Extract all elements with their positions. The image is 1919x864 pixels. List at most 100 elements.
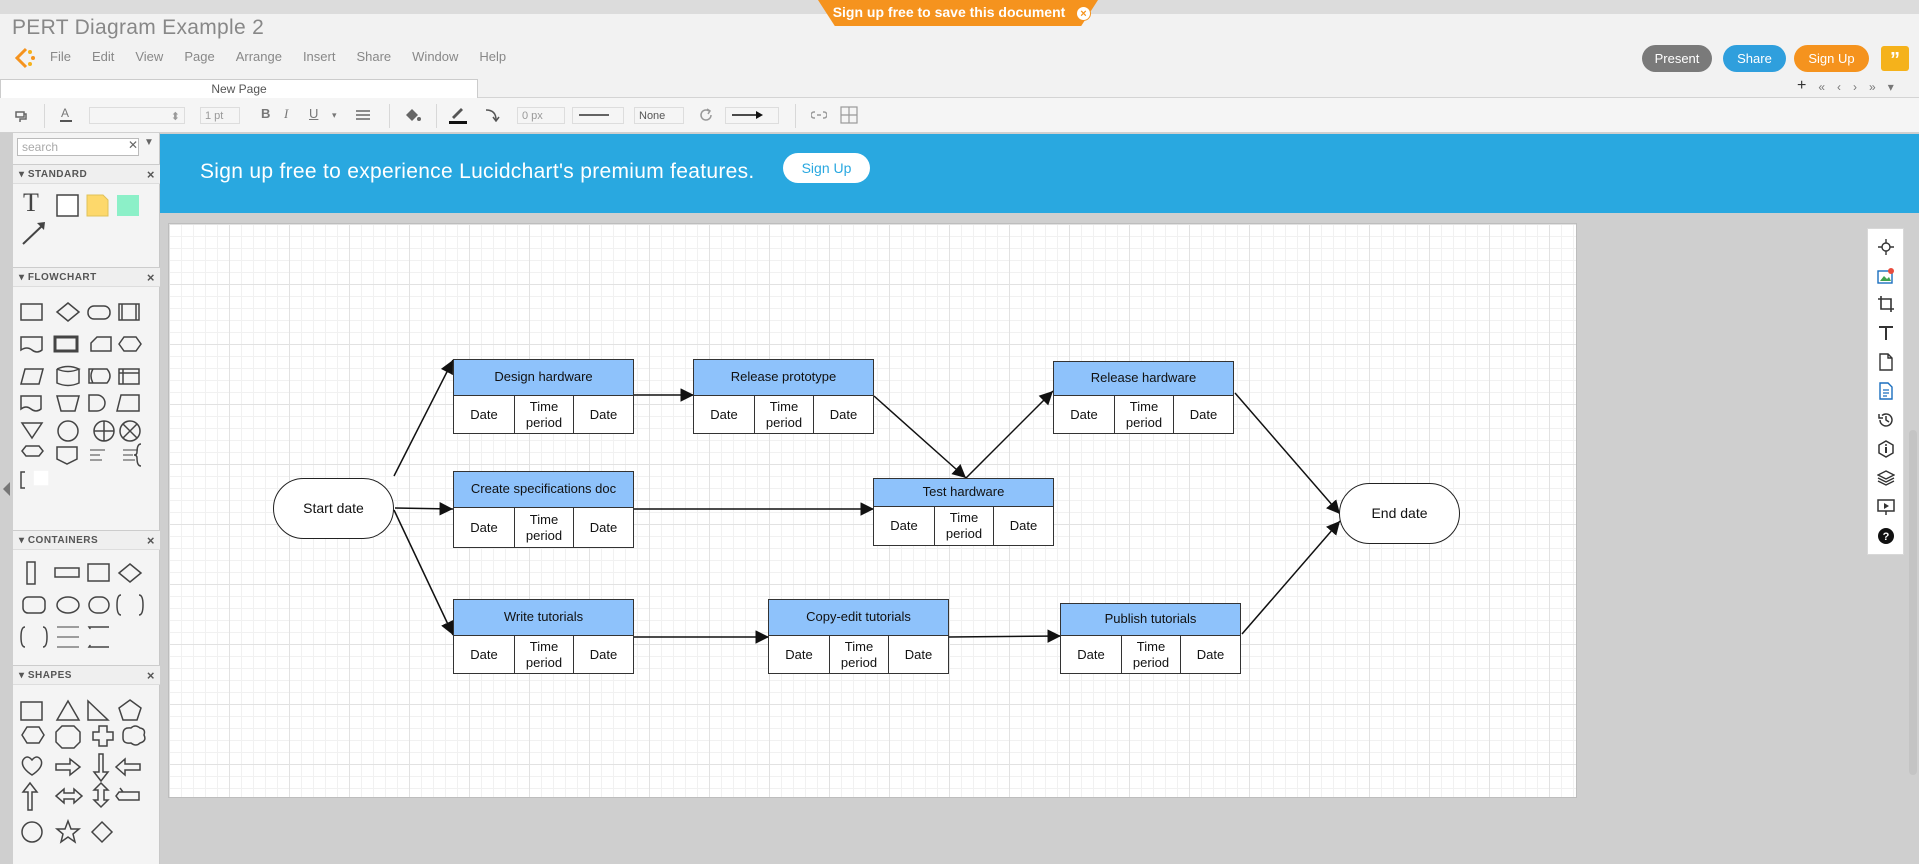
document-icon[interactable] <box>20 336 43 353</box>
heart-icon[interactable] <box>21 756 43 776</box>
rectangle-shape-icon[interactable] <box>56 194 79 217</box>
edge-publish-end[interactable] <box>1241 520 1341 635</box>
tab-new-page[interactable]: New Page <box>0 79 478 98</box>
blank-shape-icon[interactable] <box>32 469 50 487</box>
time-period-cell[interactable]: Time period <box>1121 636 1181 673</box>
section-standard[interactable]: ▾ STANDARD × <box>13 164 160 184</box>
arrow-start-select[interactable]: None <box>634 107 684 124</box>
preparation-icon[interactable] <box>118 336 142 352</box>
underline-icon[interactable]: U <box>309 106 318 121</box>
menu-view[interactable]: View <box>135 49 163 67</box>
horizontal-pool-icon[interactable] <box>54 567 80 578</box>
merge-icon[interactable] <box>20 422 44 440</box>
edge-copyedit-publish[interactable] <box>948 629 1062 643</box>
square-icon[interactable] <box>20 701 43 721</box>
triangle-icon[interactable] <box>55 699 81 721</box>
paper-tape-icon[interactable] <box>20 395 42 412</box>
history-icon[interactable] <box>1877 411 1895 429</box>
arrow-end-select[interactable] <box>725 107 779 124</box>
save-document-banner[interactable]: Sign up free to save this document × <box>818 0 1098 26</box>
diagram-page[interactable]: Start date End date Design hardware Date… <box>168 223 1577 798</box>
next-page-icon[interactable]: › <box>1853 80 1857 95</box>
late-date-cell[interactable]: Date <box>1174 396 1233 433</box>
vertical-double-arrow-icon[interactable] <box>92 781 110 809</box>
bracket-icon[interactable] <box>20 471 25 489</box>
early-date-cell[interactable]: Date <box>1054 396 1114 433</box>
page-icon[interactable] <box>1877 353 1895 371</box>
menu-window[interactable]: Window <box>412 49 458 67</box>
left-arrow-icon[interactable] <box>114 757 141 777</box>
menu-arrange[interactable]: Arrange <box>236 49 282 67</box>
task-test-hardware[interactable]: Test hardware Date Time period Date <box>873 478 1054 546</box>
font-size-input[interactable]: 1 pt <box>200 107 240 124</box>
off-page-icon[interactable] <box>56 446 78 465</box>
save-banner-text[interactable]: Sign up free to save this document <box>818 4 1080 20</box>
time-period-cell[interactable]: Time period <box>1114 396 1174 433</box>
task-release-prototype[interactable]: Release prototype Date Time period Date <box>693 359 874 434</box>
menu-help[interactable]: Help <box>479 49 506 67</box>
edge-start-write[interactable] <box>393 509 454 636</box>
early-date-cell[interactable]: Date <box>454 508 514 547</box>
prev-page-icon[interactable]: ‹ <box>1837 80 1841 95</box>
colored-block-icon[interactable] <box>117 195 139 216</box>
hexagon-icon[interactable] <box>21 726 45 744</box>
menu-page[interactable]: Page <box>184 49 214 67</box>
fill-color-icon[interactable] <box>403 106 421 124</box>
diamond-container-icon[interactable] <box>117 563 143 583</box>
swimlane-icon[interactable] <box>57 626 79 648</box>
share-button[interactable]: Share <box>1723 45 1786 72</box>
document-data-icon[interactable] <box>1877 382 1895 400</box>
section-containers[interactable]: ▾ CONTAINERS × <box>13 530 160 550</box>
task-copy-edit-tutorials[interactable]: Copy-edit tutorials Date Time period Dat… <box>768 599 949 674</box>
delay-icon[interactable] <box>88 394 106 412</box>
callout-arrow-icon[interactable] <box>115 787 140 801</box>
terminator-icon[interactable] <box>87 305 111 320</box>
decision-icon[interactable] <box>55 302 81 322</box>
container-icon[interactable] <box>87 563 110 582</box>
vertical-pool-icon[interactable] <box>26 561 36 585</box>
early-date-cell[interactable]: Date <box>694 396 754 433</box>
octagon-icon[interactable] <box>55 725 81 749</box>
underline-dropdown-icon[interactable]: ▾ <box>332 110 337 121</box>
collapse-panel-icon[interactable] <box>3 482 10 496</box>
task-publish-tutorials[interactable]: Publish tutorials Date Time period Date <box>1060 603 1241 674</box>
early-date-cell[interactable]: Date <box>454 636 514 673</box>
brace-icon[interactable] <box>133 443 142 467</box>
text-icon[interactable] <box>1877 324 1895 342</box>
document-title[interactable]: PERT Diagram Example 2 <box>12 16 264 40</box>
diamond-icon[interactable] <box>90 820 114 844</box>
circle-icon[interactable] <box>21 821 43 843</box>
annotation-icon[interactable] <box>90 449 105 461</box>
line-style-curve-icon[interactable] <box>484 106 500 122</box>
edge-proto-test[interactable] <box>873 395 967 479</box>
star-icon[interactable] <box>54 818 82 844</box>
start-date-node[interactable]: Start date <box>273 478 394 539</box>
font-family-select[interactable]: ⬍ <box>89 107 185 124</box>
image-icon[interactable] <box>1877 267 1895 285</box>
up-arrow-icon[interactable] <box>21 781 39 811</box>
menu-file[interactable]: File <box>50 49 71 67</box>
brackets-container-icon[interactable] <box>20 626 48 648</box>
edge-start-design[interactable] <box>393 359 454 477</box>
multi-document-icon[interactable] <box>53 335 79 353</box>
close-section-icon[interactable]: × <box>147 533 155 548</box>
or-icon[interactable] <box>119 420 141 442</box>
note-shape-icon[interactable] <box>86 194 109 217</box>
close-section-icon[interactable]: × <box>147 270 155 285</box>
double-arrow-icon[interactable] <box>54 787 84 805</box>
late-date-cell[interactable]: Date <box>574 636 633 673</box>
section-shapes[interactable]: ▾ SHAPES × <box>13 665 160 685</box>
shape-search-input[interactable]: search <box>17 138 139 156</box>
edge-test-release-hw[interactable] <box>965 390 1054 479</box>
time-period-cell[interactable]: Time period <box>514 396 574 433</box>
early-date-cell[interactable]: Date <box>874 507 934 545</box>
process-icon[interactable] <box>20 303 43 321</box>
edge-start-specs[interactable] <box>394 502 454 516</box>
clear-search-icon[interactable]: ✕ <box>128 138 138 152</box>
close-icon[interactable]: × <box>1076 6 1091 21</box>
lane-icon[interactable] <box>87 626 109 648</box>
menu-edit[interactable]: Edit <box>92 49 114 67</box>
close-section-icon[interactable]: × <box>147 167 155 182</box>
task-write-tutorials[interactable]: Write tutorials Date Time period Date <box>453 599 634 674</box>
task-design-hardware[interactable]: Design hardware Date Time period Date <box>453 359 634 434</box>
